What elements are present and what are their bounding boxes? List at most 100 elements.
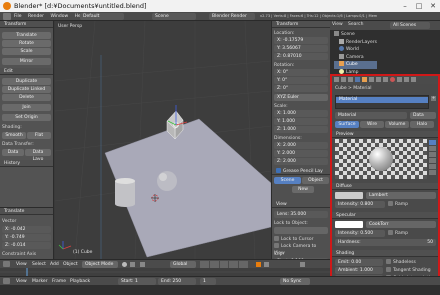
timeline-editor-type-icon[interactable]: [3, 278, 10, 284]
specular-intensity-field[interactable]: Intensity: 0.500: [335, 230, 385, 237]
outliner-item-camera[interactable]: Camera: [334, 53, 377, 62]
scale-y-field[interactable]: Y: 1.000: [274, 118, 328, 125]
hardness-field[interactable]: Hardness: 50: [335, 239, 436, 246]
preview-panel-header[interactable]: Preview: [332, 131, 438, 138]
render-preview-icon[interactable]: [300, 262, 305, 267]
vector-x-field[interactable]: X: -0.042: [2, 226, 51, 233]
duplicate-linked-button[interactable]: Duplicate Linked: [2, 86, 51, 93]
halo-tab[interactable]: Halo: [410, 121, 434, 128]
specular-panel-header[interactable]: Specular: [332, 212, 438, 219]
shadeless-checkbox[interactable]: [386, 259, 391, 264]
scene-selector[interactable]: Scene: [152, 13, 196, 20]
menu-window[interactable]: Window: [50, 12, 68, 21]
dimensions-y-field[interactable]: Y: 2.000: [274, 150, 328, 157]
transform-panel-header[interactable]: Transform: [0, 21, 53, 28]
dimensions-x-field[interactable]: X: 2.000: [274, 142, 328, 149]
specular-ramp-row[interactable]: Ramp: [388, 230, 408, 236]
layer-buttons[interactable]: [200, 261, 248, 268]
viewport-shading-icon[interactable]: [122, 262, 127, 267]
grease-scene-tab[interactable]: Scene: [274, 177, 301, 184]
render-context-icon[interactable]: [334, 77, 339, 82]
world-context-icon[interactable]: [355, 77, 360, 82]
layer-1-button[interactable]: [200, 261, 209, 268]
close-icon[interactable]: ✕: [426, 0, 440, 12]
history-panel-header[interactable]: History: [0, 160, 53, 167]
maximize-icon[interactable]: □: [412, 0, 426, 12]
lens-field[interactable]: Lens: 35.000: [274, 211, 328, 218]
set-origin-button[interactable]: Set Origin: [2, 114, 51, 121]
outliner-view-menu[interactable]: View: [332, 22, 343, 27]
grease-pencil-header[interactable]: Grease Pencil Lay: [272, 168, 330, 175]
volume-tab[interactable]: Volume: [385, 121, 409, 128]
view-panel-header[interactable]: View: [272, 201, 330, 208]
diffuse-shader-select[interactable]: Lambert: [366, 192, 436, 199]
pivot-icon[interactable]: [130, 262, 135, 267]
material-link-select[interactable]: Data: [410, 112, 436, 119]
ambient-field[interactable]: Ambient: 1.000: [335, 267, 383, 274]
cylinder-object[interactable]: [115, 178, 135, 207]
start-frame-field[interactable]: Start: 1: [118, 278, 156, 285]
surface-tab[interactable]: Surface: [335, 121, 359, 128]
layout-selector[interactable]: Default: [80, 13, 124, 20]
location-x-field[interactable]: X: -0.17579: [274, 37, 328, 44]
outliner-item-renderlayers[interactable]: RenderLayers: [334, 38, 377, 47]
outliner-display-select[interactable]: All Scenes: [390, 22, 430, 29]
modifiers-context-icon[interactable]: [376, 77, 381, 82]
viewport-canvas[interactable]: [55, 21, 271, 259]
vector-z-field[interactable]: Z: -0.014: [2, 242, 51, 249]
preview-flat-icon[interactable]: [429, 146, 436, 151]
layer-4-button[interactable]: [229, 261, 239, 268]
texture-context-icon[interactable]: [397, 77, 402, 82]
mirror-button[interactable]: Mirror: [2, 58, 51, 65]
add-slot-icon[interactable]: +: [431, 96, 436, 101]
lock-object-field[interactable]: [274, 227, 328, 234]
shadeless-row[interactable]: Shadeless: [386, 259, 416, 265]
layer-2-button[interactable]: [209, 261, 219, 268]
preview-cube-icon[interactable]: [429, 152, 436, 157]
scale-z-field[interactable]: Z: 1.000: [274, 126, 328, 133]
timeline-area[interactable]: [0, 268, 330, 276]
specular-ramp-checkbox[interactable]: [388, 230, 393, 235]
operator-panel-header[interactable]: Translate: [0, 208, 53, 215]
rotate-button[interactable]: Rotate: [2, 40, 51, 47]
diffuse-panel-header[interactable]: Diffuse: [332, 183, 438, 190]
translate-button[interactable]: Translate: [2, 32, 51, 39]
data-context-icon[interactable]: [383, 77, 388, 82]
rotation-x-field[interactable]: X: 0°: [274, 69, 328, 76]
end-frame-field[interactable]: End: 250: [158, 278, 196, 285]
material-slot-item[interactable]: Material: [336, 97, 428, 103]
data-layout-button[interactable]: Data Layo: [25, 149, 51, 162]
shading-panel-header[interactable]: Shading: [332, 250, 438, 257]
manipulator-icon[interactable]: [140, 262, 145, 267]
menu-file[interactable]: File: [14, 12, 22, 21]
delete-button[interactable]: Delete: [2, 94, 51, 101]
material-context-icon[interactable]: [390, 77, 395, 82]
object-context-icon[interactable]: [362, 77, 367, 82]
data-button[interactable]: Data: [2, 149, 24, 156]
specular-shader-select[interactable]: CookTorr: [366, 221, 436, 228]
constraints-context-icon[interactable]: [369, 77, 374, 82]
dimensions-z-field[interactable]: Z: 2.000: [274, 158, 328, 165]
layer-5-button[interactable]: [239, 261, 248, 268]
layers-context-icon[interactable]: [341, 77, 346, 82]
material-slot-list[interactable]: Material: [335, 95, 429, 109]
lock-cursor-checkbox[interactable]: [274, 236, 279, 241]
render-engine-selector[interactable]: Blender Render: [209, 13, 255, 20]
smooth-button[interactable]: Smooth: [2, 132, 26, 139]
tangent-shading-checkbox[interactable]: [386, 267, 391, 272]
location-z-field[interactable]: Z: 0.87010: [274, 53, 328, 60]
scene-context-icon[interactable]: [348, 77, 353, 82]
outliner-item-cube[interactable]: Cube: [334, 61, 377, 69]
scale-button[interactable]: Scale: [2, 48, 51, 55]
outliner-item-scene[interactable]: Scene: [334, 31, 377, 39]
3d-viewport[interactable]: User Persp (1) Cube: [55, 21, 271, 259]
physics-context-icon[interactable]: [411, 77, 416, 82]
proportional-edit-icon[interactable]: [264, 262, 269, 267]
mode-select[interactable]: Object Mode: [82, 261, 118, 268]
sphere-object[interactable]: [157, 171, 177, 191]
emit-field[interactable]: Emit: 0.00: [335, 259, 383, 266]
diffuse-intensity-field[interactable]: Intensity: 0.800: [335, 201, 385, 208]
lock-camera-checkbox[interactable]: [274, 243, 279, 248]
lock-cursor-row[interactable]: Lock to Cursor: [274, 236, 328, 243]
lock-camera-row[interactable]: Lock Camera to View: [274, 243, 328, 256]
